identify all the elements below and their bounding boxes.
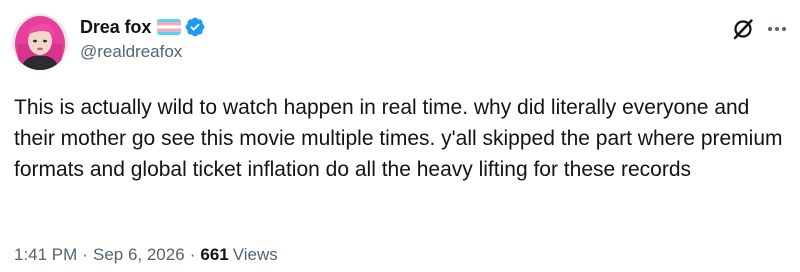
more-icon[interactable] <box>765 17 789 41</box>
avatar[interactable] <box>12 14 68 70</box>
user-handle[interactable]: @realdreafox <box>80 42 206 62</box>
grok-icon[interactable] <box>731 17 755 41</box>
meta-separator: · <box>82 245 88 264</box>
author-info: Drea fox @realdreafox <box>80 15 206 62</box>
tweet-card: Drea fox @realdreafox This is actually w… <box>0 0 800 272</box>
transgender-flag-icon <box>157 19 182 35</box>
verified-badge-icon[interactable] <box>184 16 206 38</box>
tweet-text: This is actually wild to watch happen in… <box>14 96 783 181</box>
views-count[interactable]: 661 <box>200 245 228 265</box>
name-row: Drea fox <box>80 15 206 39</box>
tweet-time[interactable]: 1:41 PM <box>14 245 77 265</box>
meta-separator: · <box>189 245 196 264</box>
display-name[interactable]: Drea fox <box>80 17 151 38</box>
tweet-meta: 1:41 PM · Sep 6, 2026 · 661 Views <box>14 245 278 265</box>
views-label: Views <box>232 245 278 264</box>
tweet-date[interactable]: Sep 6, 2026 <box>93 245 185 265</box>
avatar-image <box>12 14 68 70</box>
